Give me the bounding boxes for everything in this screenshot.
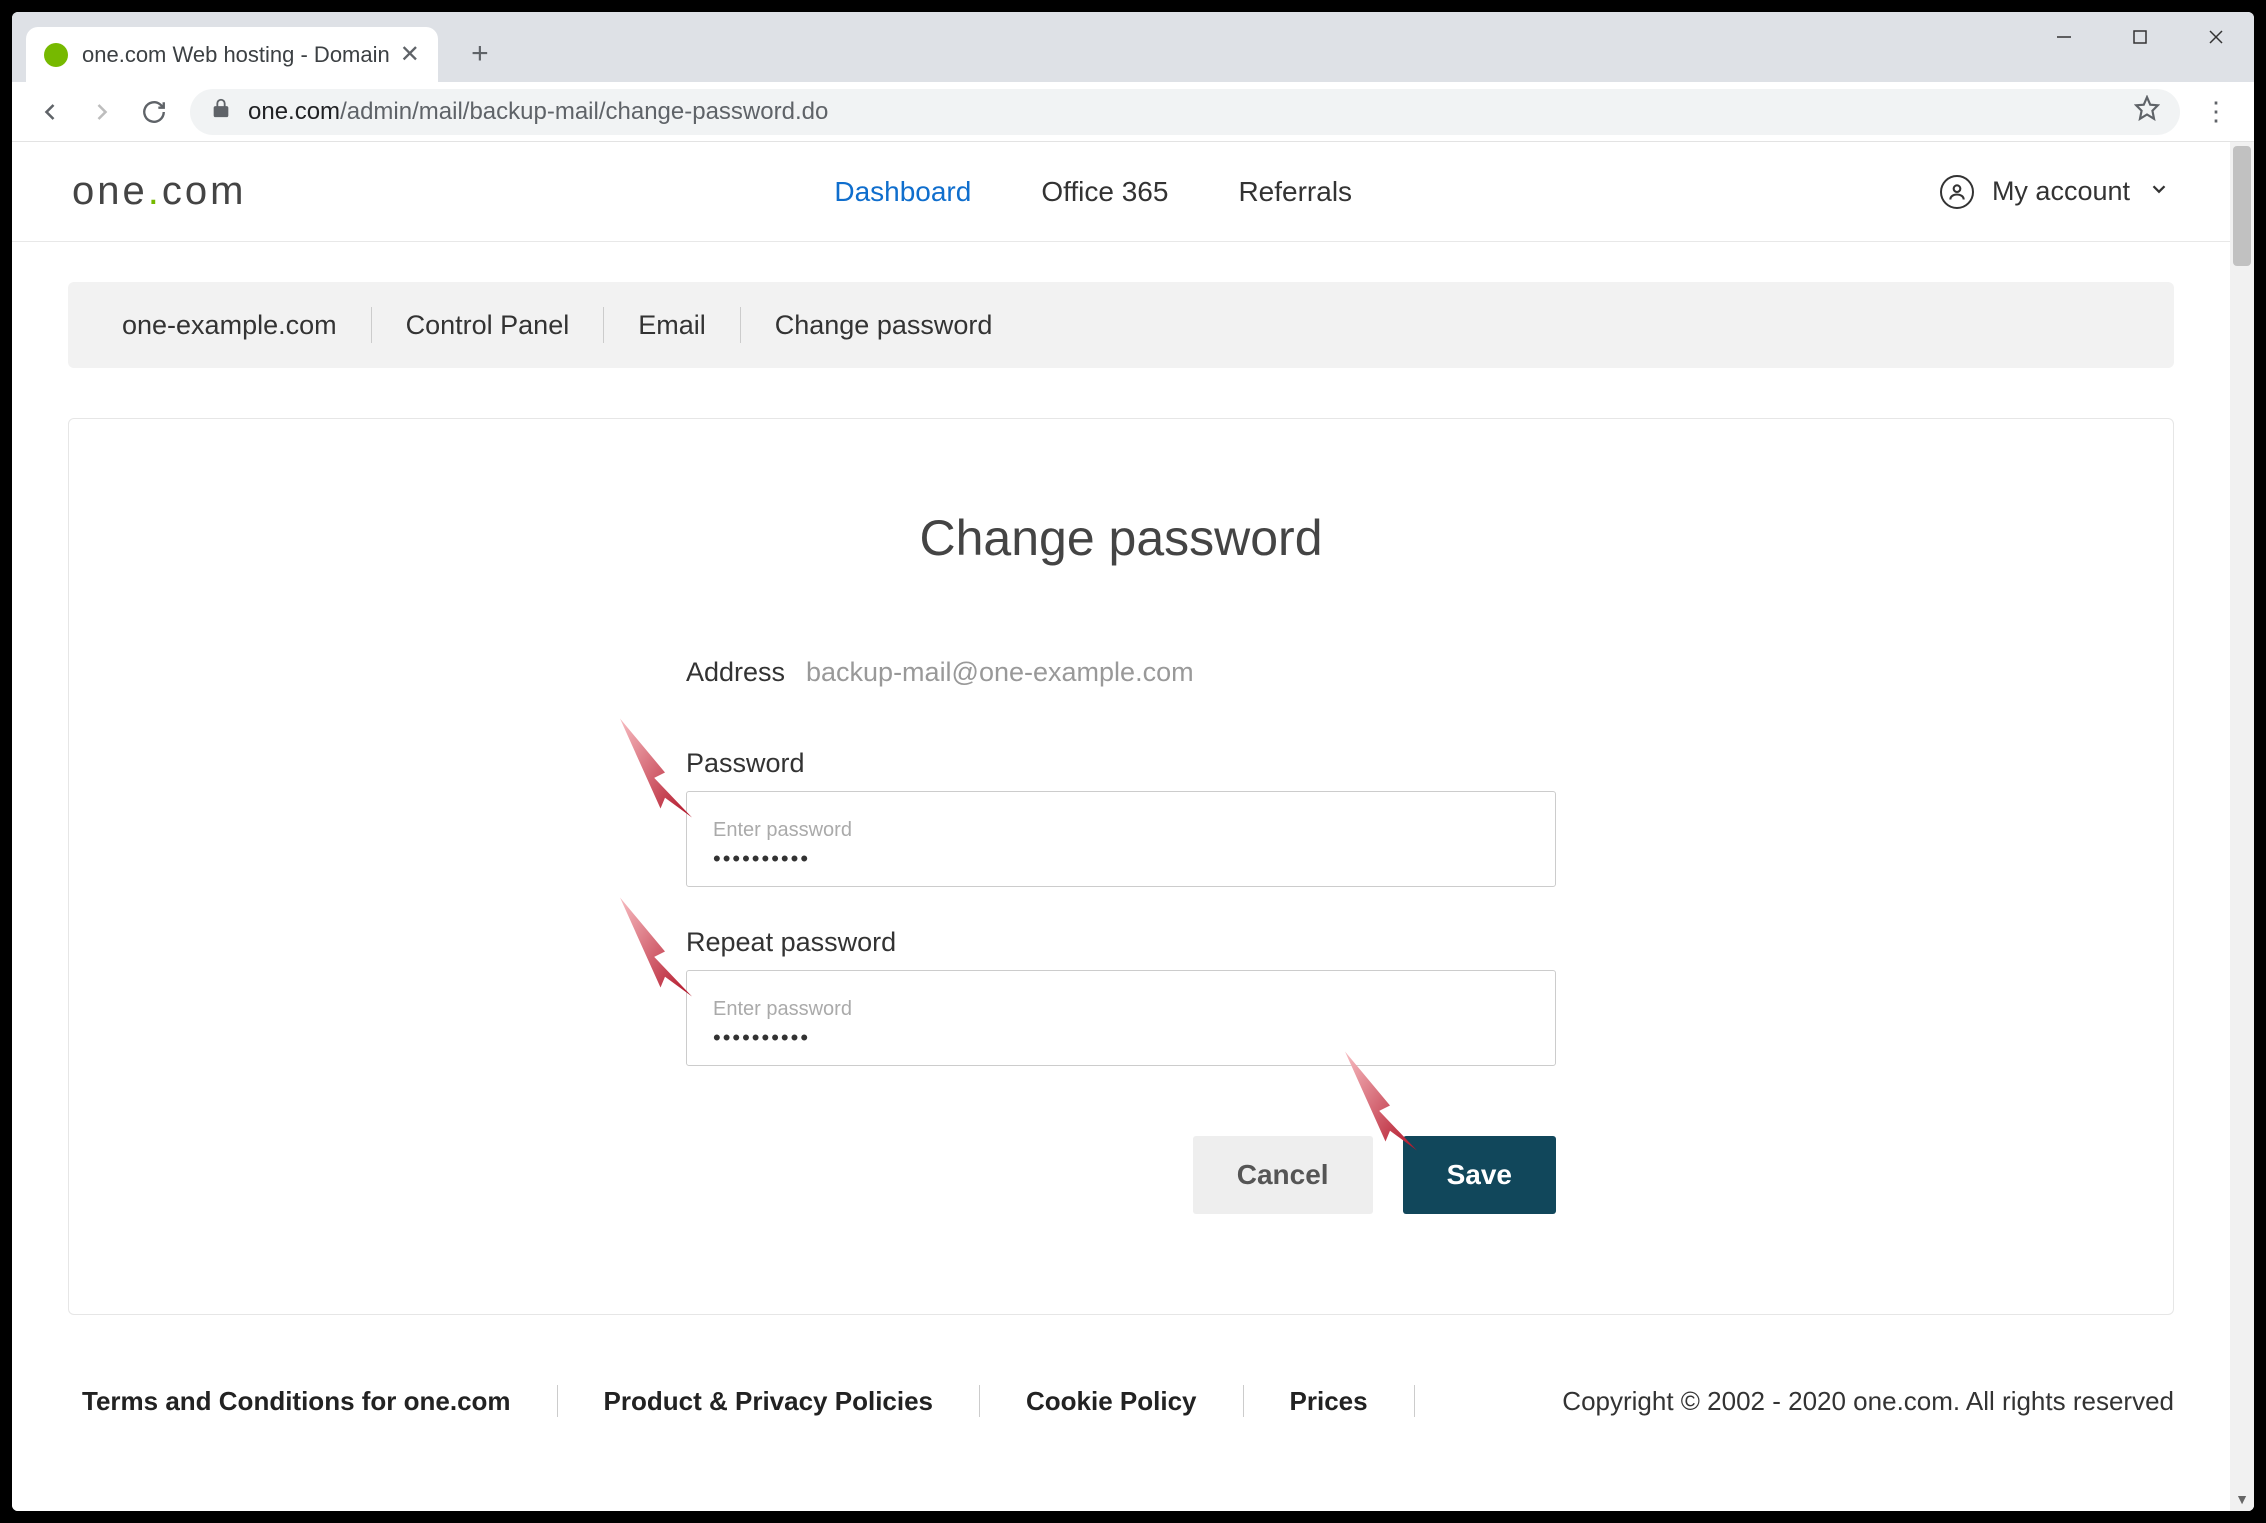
- footer: Terms and Conditions for one.com Product…: [12, 1345, 2230, 1441]
- browser-window: one.com Web hosting - Domain ✕ +: [12, 12, 2254, 1511]
- breadcrumb-separator: [740, 307, 741, 343]
- address-bar[interactable]: one.com/admin/mail/backup-mail/change-pa…: [190, 89, 2180, 135]
- password-input[interactable]: Enter password ••••••••••: [686, 791, 1556, 887]
- reload-button[interactable]: [128, 86, 180, 138]
- nav-office365[interactable]: Office 365: [1041, 176, 1168, 208]
- new-tab-button[interactable]: +: [458, 32, 502, 76]
- scrollbar-thumb[interactable]: [2233, 146, 2251, 266]
- footer-link[interactable]: Cookie Policy: [1012, 1386, 1211, 1417]
- logo[interactable]: one.com: [72, 169, 246, 214]
- lock-icon: [210, 97, 232, 126]
- window-controls: [2026, 12, 2254, 62]
- address-row: Address backup-mail@one-example.com: [686, 657, 1556, 688]
- breadcrumb-item[interactable]: one-example.com: [108, 310, 351, 341]
- breadcrumb-separator: [603, 307, 604, 343]
- breadcrumb-item[interactable]: Email: [624, 310, 720, 341]
- footer-separator: [979, 1385, 980, 1417]
- url-host: one.com: [248, 98, 340, 126]
- user-icon: [1940, 175, 1974, 209]
- titlebar: one.com Web hosting - Domain ✕ +: [12, 12, 2254, 82]
- repeat-password-label: Repeat password: [686, 927, 1556, 958]
- chevron-down-icon: [2148, 176, 2170, 207]
- form-card: Change password Address backup-mail@one-…: [68, 418, 2174, 1315]
- footer-link[interactable]: Prices: [1276, 1386, 1382, 1417]
- logo-dot: .: [148, 169, 162, 214]
- scroll-down-icon[interactable]: ▼: [2230, 1487, 2254, 1511]
- breadcrumb-separator: [371, 307, 372, 343]
- repeat-password-value: ••••••••••: [713, 1025, 1529, 1051]
- close-tab-icon[interactable]: ✕: [400, 40, 420, 69]
- breadcrumb-item[interactable]: Control Panel: [392, 310, 584, 341]
- address-bar-row: one.com/admin/mail/backup-mail/change-pa…: [12, 82, 2254, 142]
- footer-separator: [1414, 1385, 1415, 1417]
- cancel-button[interactable]: Cancel: [1193, 1136, 1373, 1214]
- bookmark-star-icon[interactable]: [2134, 95, 2160, 128]
- forward-button[interactable]: [76, 86, 128, 138]
- password-value: ••••••••••: [713, 846, 1529, 872]
- tab-title: one.com Web hosting - Domain: [82, 42, 390, 68]
- breadcrumb: one-example.com Control Panel Email Chan…: [68, 282, 2174, 368]
- maximize-button[interactable]: [2102, 12, 2178, 62]
- repeat-password-input[interactable]: Enter password ••••••••••: [686, 970, 1556, 1066]
- nav-referrals[interactable]: Referrals: [1238, 176, 1352, 208]
- top-nav: Dashboard Office 365 Referrals: [834, 176, 1352, 208]
- address-label: Address: [686, 657, 806, 688]
- scrollbar[interactable]: ▲ ▼: [2230, 142, 2254, 1511]
- account-label: My account: [1992, 176, 2130, 207]
- footer-link[interactable]: Product & Privacy Policies: [590, 1386, 947, 1417]
- logo-part2: com: [162, 169, 247, 214]
- close-window-button[interactable]: [2178, 12, 2254, 62]
- save-button[interactable]: Save: [1403, 1136, 1556, 1214]
- copyright-text: Copyright © 2002 - 2020 one.com. All rig…: [1562, 1386, 2174, 1417]
- address-value: backup-mail@one-example.com: [806, 657, 1194, 688]
- breadcrumb-item[interactable]: Change password: [761, 310, 1007, 341]
- footer-link[interactable]: Terms and Conditions for one.com: [68, 1386, 525, 1417]
- browser-menu-button[interactable]: ⋮: [2190, 86, 2242, 138]
- minimize-button[interactable]: [2026, 12, 2102, 62]
- password-placeholder: Enter password: [713, 819, 1529, 842]
- favicon-icon: [44, 43, 68, 67]
- back-button[interactable]: [24, 86, 76, 138]
- password-label: Password: [686, 748, 1556, 779]
- repeat-password-placeholder: Enter password: [713, 998, 1529, 1021]
- page-title: Change password: [129, 509, 2113, 567]
- url-path: /admin/mail/backup-mail/change-password.…: [340, 98, 828, 126]
- browser-tab[interactable]: one.com Web hosting - Domain ✕: [26, 27, 438, 82]
- footer-separator: [1243, 1385, 1244, 1417]
- footer-separator: [557, 1385, 558, 1417]
- account-menu[interactable]: My account: [1940, 175, 2170, 209]
- logo-part1: one: [72, 169, 148, 214]
- site-header: one.com Dashboard Office 365 Referrals M…: [12, 142, 2230, 242]
- nav-dashboard[interactable]: Dashboard: [834, 176, 971, 208]
